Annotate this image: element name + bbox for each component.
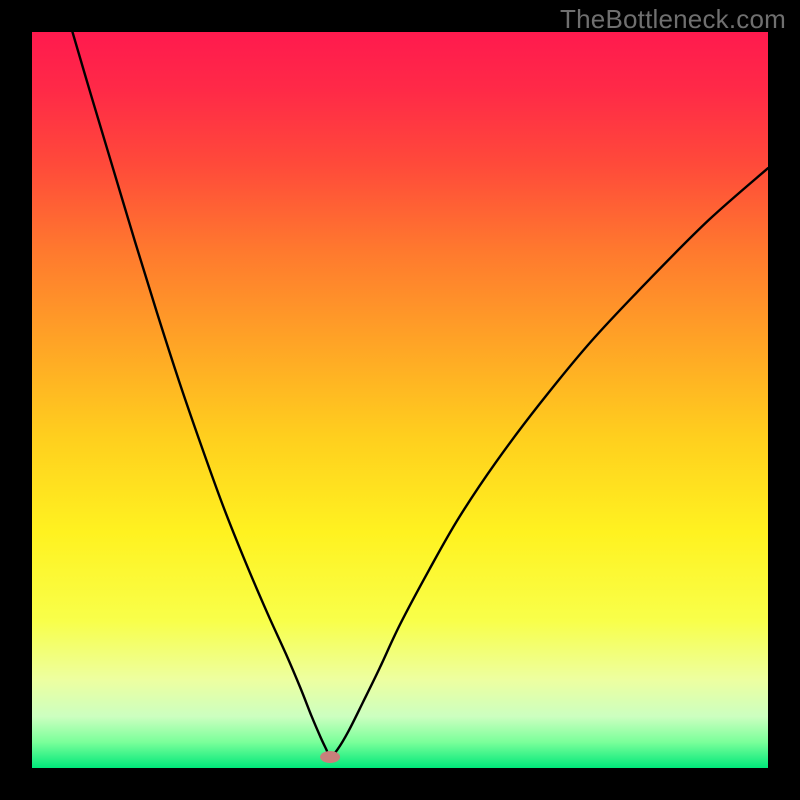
outer-frame: TheBottleneck.com xyxy=(0,0,800,800)
plot-area xyxy=(32,32,768,768)
chart-svg xyxy=(32,32,768,768)
minimum-marker xyxy=(320,751,340,763)
gradient-background xyxy=(32,32,768,768)
watermark-text: TheBottleneck.com xyxy=(560,4,786,35)
